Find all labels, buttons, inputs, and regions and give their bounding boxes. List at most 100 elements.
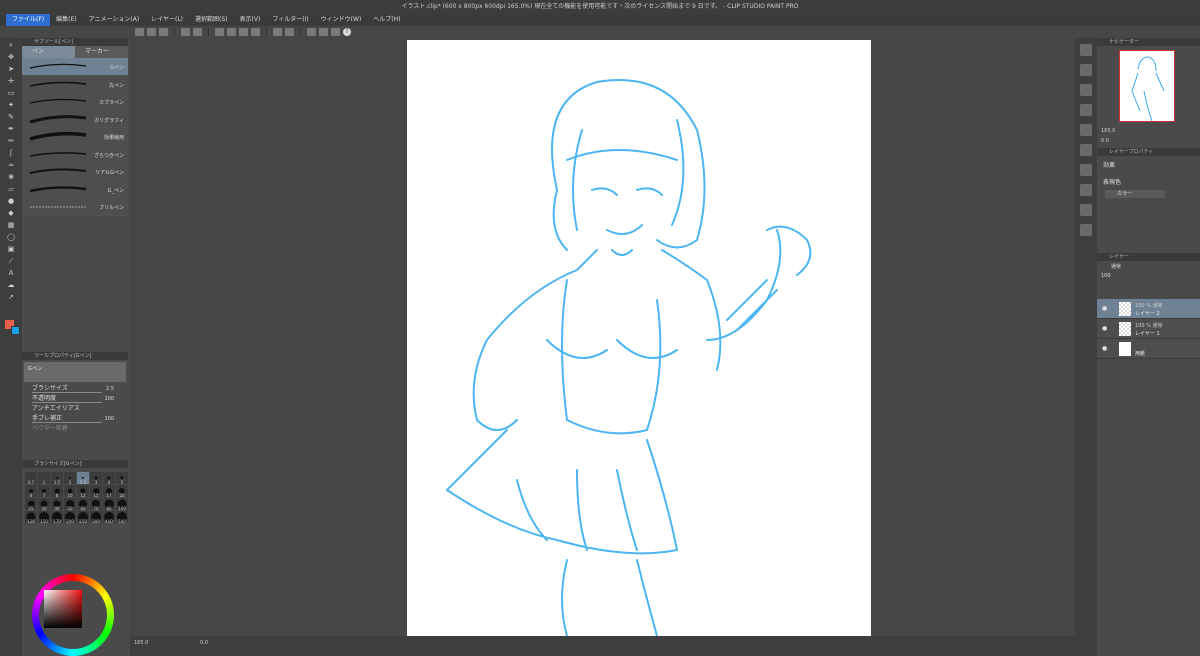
invert-selection-icon[interactable]: [239, 28, 248, 36]
brush-size-option[interactable]: 30: [38, 498, 50, 511]
ruler-icon[interactable]: ⟋: [5, 256, 17, 266]
brush-item-effect-line[interactable]: 効果線用: [22, 128, 128, 146]
menu-animation[interactable]: アニメーション(A): [83, 14, 146, 26]
tab-marker[interactable]: マーカー: [75, 46, 128, 58]
auto-select-icon[interactable]: ✦: [5, 100, 17, 110]
brush-size-option[interactable]: 20: [116, 485, 128, 498]
angle-readout[interactable]: 0.0: [200, 640, 208, 646]
command-icon[interactable]: [1080, 144, 1092, 156]
layer-row[interactable]: ● 100 % 通常 レイヤー 2: [1097, 299, 1200, 319]
crop-icon[interactable]: [251, 28, 260, 36]
airbrush-icon[interactable]: ≈: [5, 160, 17, 170]
brush-size-option[interactable]: 1.5: [51, 472, 63, 485]
layer-row[interactable]: ● 100 % 通常 レイヤー 1: [1097, 319, 1200, 339]
brush-item-round-pen[interactable]: 丸ペン: [22, 75, 128, 93]
brush-item-g-pen[interactable]: Gペン: [22, 58, 128, 76]
menu-layer[interactable]: レイヤー(L): [145, 14, 189, 26]
brush-size-row[interactable]: ブラシサイズ 2.5: [22, 384, 128, 394]
move-icon[interactable]: ✥: [5, 52, 17, 62]
brush-size-option[interactable]: 5: [116, 472, 128, 485]
brush-size-option[interactable]: 2: [64, 472, 76, 485]
figure-icon[interactable]: ◯: [5, 232, 17, 242]
undo-icon[interactable]: [181, 28, 190, 36]
antialias-row[interactable]: アンチエイリアス: [22, 404, 128, 414]
brush-size-option[interactable]: 17: [103, 485, 115, 498]
vector-snap-row[interactable]: ベクター吸着: [22, 424, 128, 434]
brush-size-option[interactable]: 400: [103, 511, 115, 524]
layer-opacity[interactable]: 100: [1097, 271, 1200, 281]
layer-move-icon[interactable]: ✛: [5, 76, 17, 86]
brush-size-option[interactable]: 60: [77, 498, 89, 511]
menu-view[interactable]: 表示(V): [234, 14, 267, 26]
selection-icon[interactable]: ▭: [5, 88, 17, 98]
command-icon[interactable]: [1080, 204, 1092, 216]
grid-snap-icon[interactable]: [331, 28, 340, 36]
eye-icon[interactable]: ●: [1102, 345, 1107, 352]
eraser-icon[interactable]: ▱: [5, 184, 17, 194]
menu-selection[interactable]: 選択範囲(S): [189, 14, 234, 26]
zoom-icon[interactable]: ⌕: [5, 40, 17, 50]
canvas-area[interactable]: [130, 38, 1075, 637]
brush-size-option[interactable]: 250: [77, 511, 89, 524]
brush-item-g-pen-2[interactable]: G_ペン: [22, 180, 128, 198]
stabilization-slider[interactable]: [32, 422, 102, 423]
text-icon[interactable]: A: [5, 268, 17, 278]
transform-icon[interactable]: [215, 28, 224, 36]
frame-icon[interactable]: ▣: [5, 244, 17, 254]
pencil-icon[interactable]: ✏: [5, 136, 17, 146]
new-file-icon[interactable]: [135, 28, 144, 36]
snap-icon[interactable]: [285, 28, 294, 36]
brush-size-option[interactable]: 2.5: [77, 472, 89, 485]
tab-pen[interactable]: ペン: [22, 46, 75, 58]
brush-size-option[interactable]: 40: [51, 498, 63, 511]
command-icon[interactable]: [1080, 124, 1092, 136]
menu-filter[interactable]: フィルター(I): [266, 14, 314, 26]
brush-size-option[interactable]: 15: [90, 485, 102, 498]
brush-icon[interactable]: ʃ: [5, 148, 17, 158]
balloon-icon[interactable]: ☁: [5, 280, 17, 290]
brush-item-real-g-pen[interactable]: リアルGペン: [22, 163, 128, 181]
brush-size-option[interactable]: 200: [64, 511, 76, 524]
brush-size-option[interactable]: 1: [38, 472, 50, 485]
brush-size-option[interactable]: 120: [25, 511, 37, 524]
brush-item-calligraphy[interactable]: カリグラフィ: [22, 110, 128, 128]
brush-size-option[interactable]: 8: [51, 485, 63, 498]
brush-size-option[interactable]: 100: [116, 498, 128, 511]
brush-size-option[interactable]: 10: [64, 485, 76, 498]
navigator-thumbnail[interactable]: [1119, 50, 1175, 122]
blend-icon[interactable]: ●: [5, 196, 17, 206]
menu-file[interactable]: ファイル(F): [6, 14, 51, 26]
eyedropper-icon[interactable]: ✎: [5, 112, 17, 122]
brush-size-option[interactable]: 50: [64, 498, 76, 511]
command-icon[interactable]: [1080, 224, 1092, 236]
brush-size-option[interactable]: 25: [25, 498, 37, 511]
help-icon[interactable]: ?: [343, 28, 351, 36]
brush-size-option[interactable]: 0.7: [25, 472, 37, 485]
command-icon[interactable]: [1080, 84, 1092, 96]
eye-icon[interactable]: ●: [1102, 325, 1107, 332]
fill-icon[interactable]: ◆: [5, 208, 17, 218]
pen-icon[interactable]: ✒: [5, 124, 17, 134]
brush-size-option[interactable]: 7: [38, 485, 50, 498]
brush-size-option[interactable]: 70: [90, 498, 102, 511]
brush-size-option[interactable]: 12: [77, 485, 89, 498]
layer-row[interactable]: ● 用紙: [1097, 339, 1200, 359]
open-file-icon[interactable]: [147, 28, 156, 36]
gradient-icon[interactable]: ▦: [5, 220, 17, 230]
brush-size-option[interactable]: 300: [90, 511, 102, 524]
opacity-row[interactable]: 不透明度 100: [22, 394, 128, 404]
save-icon[interactable]: [159, 28, 168, 36]
fill-icon[interactable]: [273, 28, 282, 36]
command-icon[interactable]: [1080, 64, 1092, 76]
brush-item-brill-pen[interactable]: ブリルペン: [22, 198, 128, 216]
sub-color-swatch[interactable]: [11, 326, 20, 335]
brush-size-option[interactable]: 4: [103, 472, 115, 485]
command-icon[interactable]: [1080, 184, 1092, 196]
blend-mode-select[interactable]: 通常: [1097, 261, 1200, 271]
operation-icon[interactable]: ➤: [5, 64, 17, 74]
brush-item-kabura-pen[interactable]: カブラペン: [22, 93, 128, 111]
ruler-snap-icon[interactable]: [307, 28, 316, 36]
brush-size-option[interactable]: 3: [90, 472, 102, 485]
expression-color-dropdown[interactable]: カラー: [1105, 190, 1165, 198]
navigator-angle[interactable]: 0.0: [1101, 138, 1109, 144]
